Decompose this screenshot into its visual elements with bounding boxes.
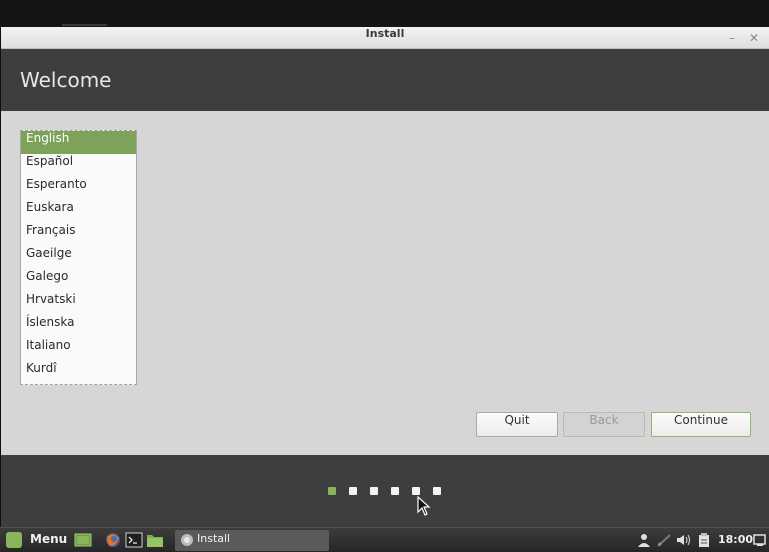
title-bar[interactable]: Install – ✕ (1, 27, 769, 49)
step-indicator-dot (328, 487, 336, 495)
language-item[interactable]: Kurdî (21, 361, 136, 384)
close-icon[interactable]: ✕ (746, 30, 762, 46)
taskbar-item-install[interactable]: Install (175, 530, 329, 551)
continue-button[interactable]: Continue (651, 412, 751, 437)
firefox-icon[interactable] (104, 532, 122, 548)
step-indicator-dot (370, 487, 378, 495)
step-indicator-dot (412, 487, 420, 495)
step-footer (1, 455, 769, 527)
menu-icon[interactable] (6, 532, 22, 548)
terminal-icon[interactable] (125, 532, 143, 548)
language-list[interactable]: English Español Esperanto Euskara França… (20, 130, 137, 385)
network-icon[interactable] (656, 533, 672, 547)
mouse-pointer-icon (417, 496, 431, 516)
taskbar: Menu Install 18:00 (0, 527, 769, 552)
show-desktop-icon[interactable] (74, 532, 92, 548)
page-header: Welcome (1, 49, 769, 111)
window-title: Install (365, 27, 405, 40)
taskbar-item-label: Install (197, 532, 231, 545)
language-item[interactable]: Hrvatski (21, 292, 136, 315)
installer-window: Install – ✕ Welcome English Español Espe… (1, 27, 769, 527)
language-item[interactable]: Français (21, 223, 136, 246)
desktop-background (0, 0, 769, 27)
volume-icon[interactable] (676, 533, 691, 547)
window-list-icon[interactable] (753, 533, 767, 547)
language-item[interactable]: English (21, 131, 136, 154)
desktop-decoration (62, 24, 107, 26)
step-indicator-dot (391, 487, 399, 495)
language-item[interactable]: Español (21, 154, 136, 177)
back-button[interactable]: Back (563, 412, 645, 437)
user-icon[interactable] (637, 533, 651, 547)
language-item[interactable]: Euskara (21, 200, 136, 223)
step-indicator-dot (349, 487, 357, 495)
page-title: Welcome (20, 68, 112, 92)
clock[interactable]: 18:00 (718, 533, 753, 546)
step-indicator-dot (433, 487, 441, 495)
main-content: English Español Esperanto Euskara França… (1, 111, 769, 455)
menu-button[interactable]: Menu (30, 532, 67, 546)
minimize-icon[interactable]: – (724, 30, 740, 46)
clipboard-icon[interactable] (697, 533, 711, 547)
files-icon[interactable] (146, 532, 164, 548)
language-item[interactable]: Gaeilge (21, 246, 136, 269)
language-item[interactable]: Galego (21, 269, 136, 292)
language-item[interactable]: Íslenska (21, 315, 136, 338)
installer-icon (181, 534, 193, 546)
language-item[interactable]: Italiano (21, 338, 136, 361)
quit-button[interactable]: Quit (476, 412, 558, 437)
language-item[interactable]: Esperanto (21, 177, 136, 200)
